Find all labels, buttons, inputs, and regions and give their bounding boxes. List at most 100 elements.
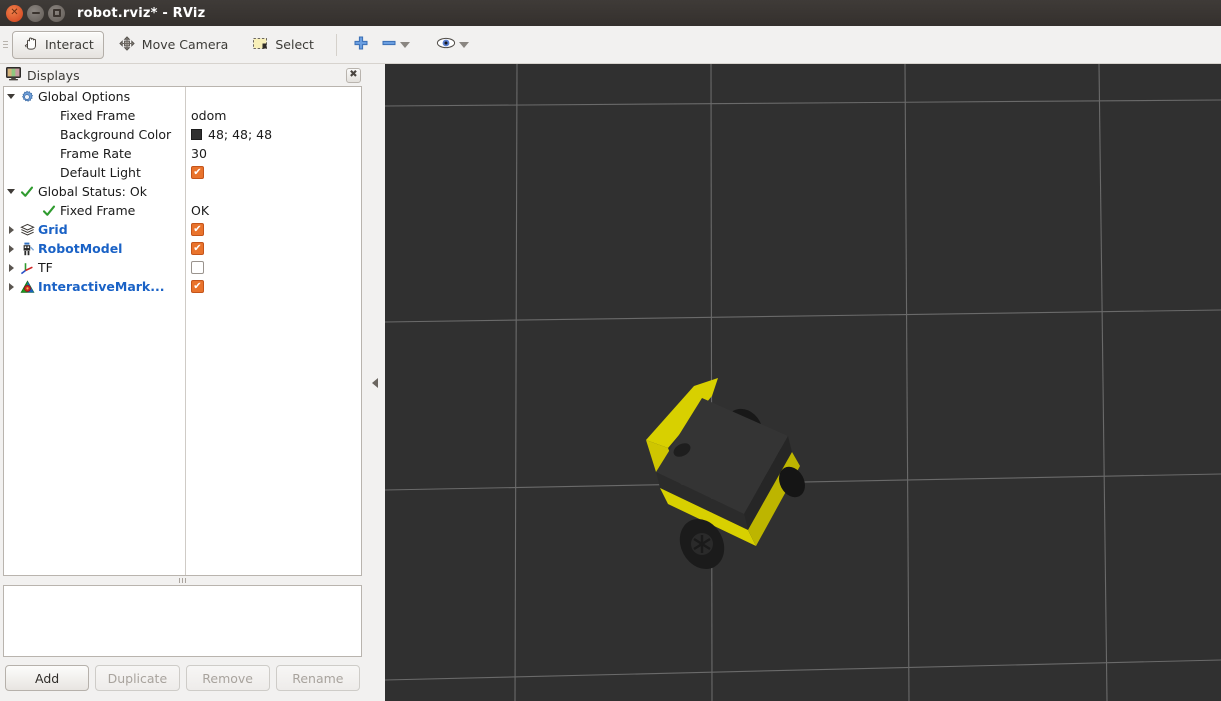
tree-row-name-cell: Global Status: Ok (4, 184, 185, 199)
tree-row-background-color[interactable]: Background Color 48; 48; 48 (4, 125, 361, 144)
duplicate-display-button[interactable]: Duplicate (95, 665, 180, 691)
tree-row-label: Fixed Frame (60, 108, 136, 123)
tree-row-name-cell: TF (4, 260, 185, 275)
rviz-window: ✕ robot.rviz* - RViz Interact Move Camer… (0, 0, 1221, 701)
expander-expand-icon[interactable] (4, 244, 18, 253)
tree-row-value-cell[interactable]: 30 (185, 146, 361, 161)
tool-move-camera-button[interactable]: Move Camera (108, 31, 239, 59)
tree-row-value-cell[interactable]: ✔ (185, 166, 361, 179)
remove-display-button[interactable]: Remove (185, 665, 270, 691)
tree-row-name-cell: Default Light (4, 165, 185, 180)
enabled-checkbox-checked[interactable]: ✔ (191, 166, 204, 179)
tree-row-value: odom (191, 108, 227, 123)
displays-button-bar: Add Duplicate Remove Rename (0, 657, 365, 691)
enabled-checkbox-checked[interactable]: ✔ (191, 242, 204, 255)
tree-row-frame-rate[interactable]: Frame Rate 30 (4, 144, 361, 163)
minimize-window-button[interactable] (27, 4, 44, 22)
displays-dock: Displays ✖ Global Options Fixed Frame odom… (0, 64, 365, 701)
display-help-area (3, 585, 362, 657)
render-viewport-3d[interactable] (385, 64, 1221, 701)
tool-select-button[interactable]: Select (242, 31, 324, 59)
close-displays-panel-button[interactable]: ✖ (346, 67, 361, 83)
displays-dock-header: Displays ✖ (0, 64, 365, 86)
tree-row-name-cell: RobotModel (4, 241, 185, 256)
tree-row-robotmodel[interactable]: RobotModel ✔ (4, 239, 361, 258)
tree-row-default-light[interactable]: Default Light ✔ (4, 163, 361, 182)
view-collapse-splitter[interactable] (365, 64, 385, 701)
window-controls: ✕ (0, 4, 65, 22)
color-swatch[interactable] (191, 129, 202, 140)
minus-icon (381, 35, 397, 54)
tree-row-fixed-frame[interactable]: Fixed Frame OK (4, 201, 361, 220)
tree-row-label: Global Options (38, 89, 131, 104)
tree-row-fixed-frame[interactable]: Fixed Frame odom (4, 106, 361, 125)
tree-row-interactivemark[interactable]: InteractiveMark... ✔ (4, 277, 361, 296)
tree-row-global-options[interactable]: Global Options (4, 87, 361, 106)
grid-layers-icon (18, 223, 36, 237)
remove-tool-button[interactable] (375, 31, 416, 59)
add-display-button[interactable]: Add (5, 665, 90, 691)
close-icon: ✖ (349, 69, 358, 80)
add-display-label: Add (35, 670, 60, 686)
duplicate-display-label: Duplicate (107, 670, 168, 686)
tool-move-camera-label: Move Camera (141, 37, 229, 52)
tree-row-label: InteractiveMark... (38, 279, 165, 294)
tool-select-label: Select (275, 37, 314, 52)
tree-row-grid[interactable]: Grid ✔ (4, 220, 361, 239)
tree-row-value: 30 (191, 146, 207, 161)
collapse-left-arrow-icon[interactable] (372, 377, 378, 388)
tree-row-value-cell[interactable]: ✔ (185, 242, 361, 255)
expander-collapse-icon[interactable] (4, 189, 18, 194)
title-bar: ✕ robot.rviz* - RViz (0, 0, 1221, 26)
rename-display-label: Rename (292, 670, 344, 686)
enabled-checkbox-checked[interactable]: ✔ (191, 280, 204, 293)
tree-row-value: 48; 48; 48 (208, 127, 273, 142)
displays-monitor-icon (6, 66, 21, 84)
tree-row-value: OK (191, 203, 210, 218)
tree-row-label: Frame Rate (60, 146, 132, 161)
tree-row-value-cell[interactable]: ✔ (185, 223, 361, 236)
expander-expand-icon[interactable] (4, 263, 18, 272)
visibility-tool-button[interactable] (430, 31, 475, 59)
window-title: robot.rviz* - RViz (77, 5, 206, 21)
expander-expand-icon[interactable] (4, 282, 18, 291)
rename-display-button[interactable]: Rename (275, 665, 360, 691)
add-tool-button[interactable] (347, 31, 375, 59)
tree-row-name-cell: Background Color (4, 127, 185, 142)
remove-display-label: Remove (202, 670, 253, 686)
tree-row-name-cell: Global Options (4, 89, 185, 104)
tree-row-label: Background Color (60, 127, 172, 142)
tree-row-label: Default Light (60, 165, 141, 180)
tf-axes-icon (18, 261, 36, 275)
enabled-checkbox-checked[interactable]: ✔ (191, 223, 204, 236)
viewport-background (385, 64, 1221, 701)
tree-row-label: RobotModel (38, 241, 123, 256)
expander-collapse-icon[interactable] (4, 94, 18, 99)
displays-tree[interactable]: Global Options Fixed Frame odom Background … (3, 86, 362, 576)
chevron-down-icon[interactable] (458, 41, 469, 48)
tool-interact-button[interactable]: Interact (12, 30, 104, 59)
tree-rows: Global Options Fixed Frame odom Background … (4, 87, 361, 296)
toolbar-drag-grip[interactable] (0, 26, 10, 64)
enabled-checkbox-unchecked[interactable] (191, 261, 204, 274)
interactive-markers-icon (18, 279, 36, 294)
tree-row-value-cell[interactable] (185, 261, 361, 274)
close-window-button[interactable]: ✕ (6, 4, 23, 22)
tree-row-value-cell[interactable]: odom (185, 108, 361, 123)
maximize-window-button[interactable] (48, 4, 65, 22)
tree-row-value-cell[interactable]: 48; 48; 48 (185, 127, 361, 142)
gear-icon (18, 90, 36, 104)
maximize-icon (52, 9, 61, 17)
status-ok-check-icon (18, 185, 36, 199)
tree-row-name-cell: Grid (4, 222, 185, 237)
expander-expand-icon[interactable] (4, 225, 18, 234)
tree-row-value-cell[interactable]: ✔ (185, 280, 361, 293)
viewport-scene (385, 64, 1221, 701)
dock-splitter-handle[interactable] (0, 576, 365, 585)
minimize-icon (31, 12, 40, 14)
tree-row-label: Grid (38, 222, 68, 237)
tree-row-global-status-ok[interactable]: Global Status: Ok (4, 182, 361, 201)
chevron-down-icon[interactable] (399, 41, 410, 48)
tree-row-tf[interactable]: TF (4, 258, 361, 277)
tree-row-value-cell[interactable]: OK (185, 203, 361, 218)
